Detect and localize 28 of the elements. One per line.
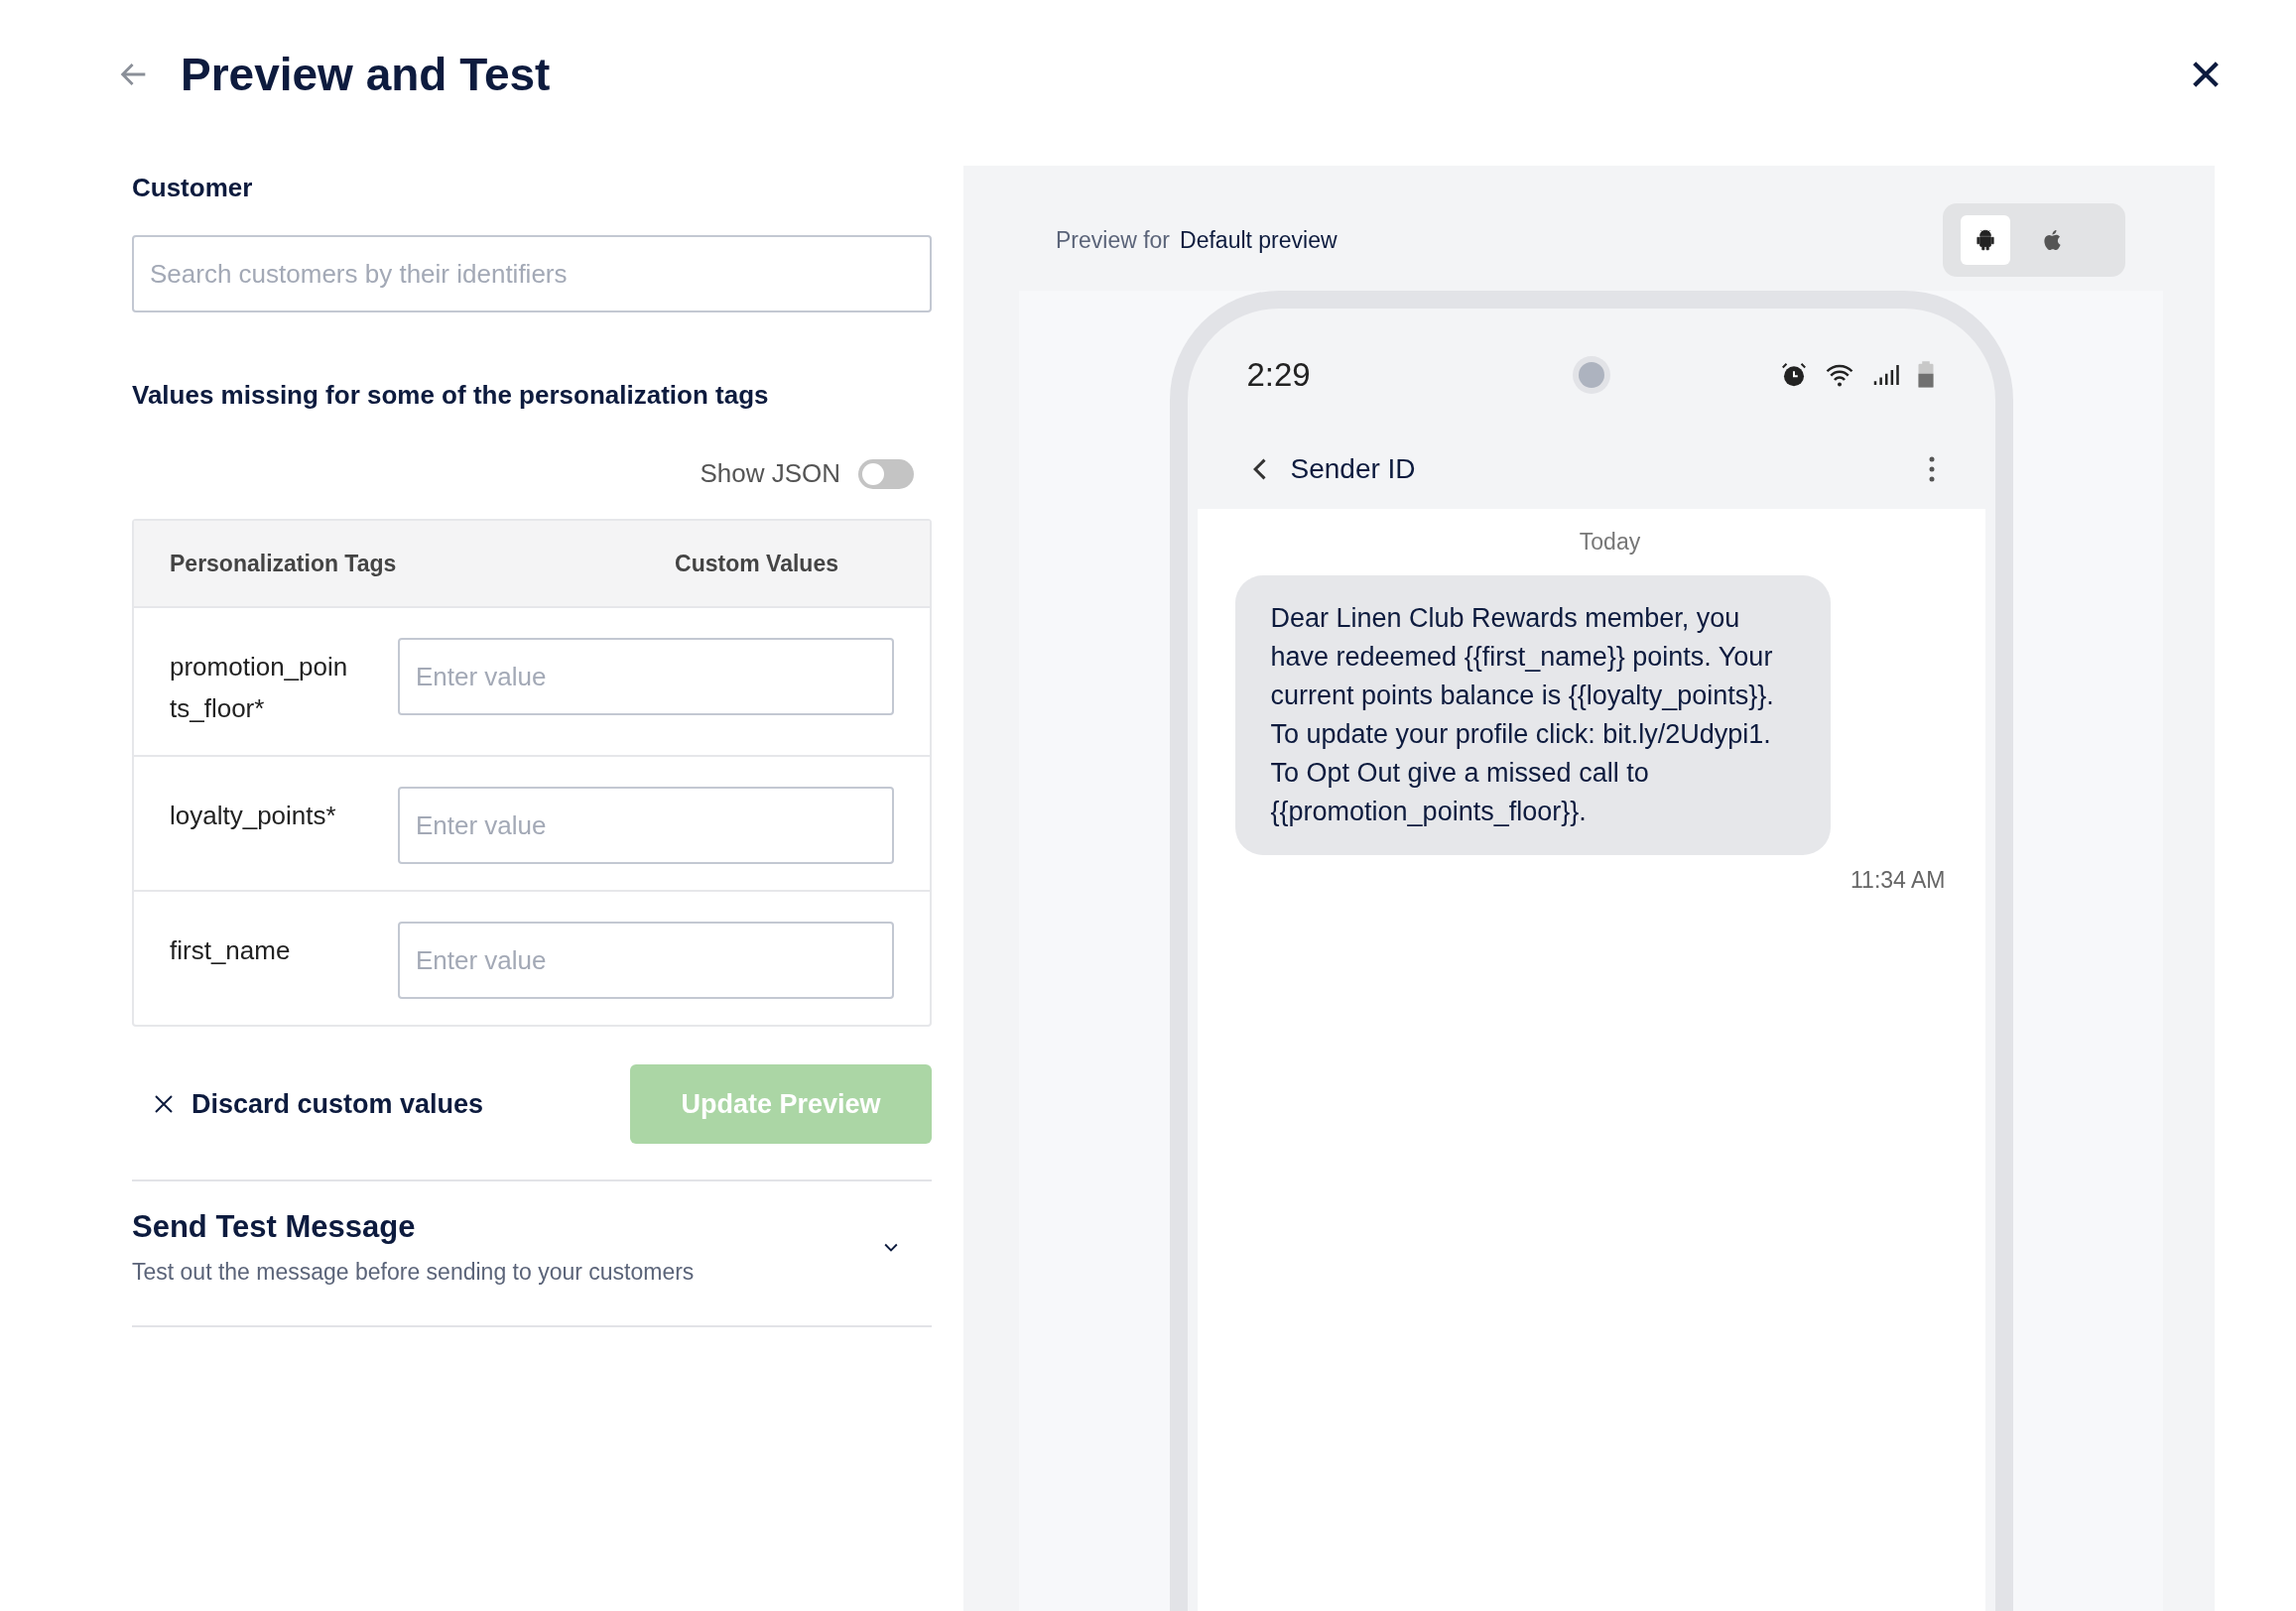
tag-name: loyalty_points* [170,800,337,832]
status-time: 2:29 [1246,356,1311,394]
value-input-field[interactable]: Enter value [398,638,894,715]
camera-icon [1571,355,1611,395]
column-header: Custom Values [675,550,838,577]
value-input-field[interactable]: Enter value [398,922,894,999]
preview-for-label: Preview for [1056,226,1171,254]
chevron-icon[interactable] [884,1242,898,1253]
column-header: Personalization Tags [170,550,398,577]
more-icon[interactable] [1927,455,1936,483]
discard-button[interactable]: Discard custom values [132,1088,504,1120]
preview-name: Default preview [1180,226,1339,254]
page-title: Preview and Test [181,48,552,101]
message-time: 11:34 AM [1850,867,1946,894]
show-json-toggle[interactable] [858,458,914,489]
message-bubble: Dear Linen Club Rewards member, you have redeemed {{first_name}} points. Your current points balance is {{loyalty_points}}. To update your profile click: bit.ly/2Udypi1. To Opt Out give a missed call to {{promotion_points_floor}}. [1234,575,1831,855]
android-tab[interactable] [1961,215,2010,265]
show-json-label: Show JSON [700,458,840,489]
sender-name: Sender ID [1290,453,1417,485]
tag-name: promotion_points_floor* [170,651,349,725]
value-input-field[interactable]: Enter value [398,787,894,864]
tag-name: first_name [170,934,292,967]
date-label: Today [1578,529,1642,556]
send-test-subtitle: Test out the message before sending to your customers [132,1259,696,1286]
customer-label: Customer [132,173,254,203]
customer-search-field[interactable]: Search customers by their identifiers [132,235,932,312]
send-test-title: Send Test Message [132,1209,417,1245]
missing-values-heading: Values missing for some of the personalization tags [132,380,770,411]
